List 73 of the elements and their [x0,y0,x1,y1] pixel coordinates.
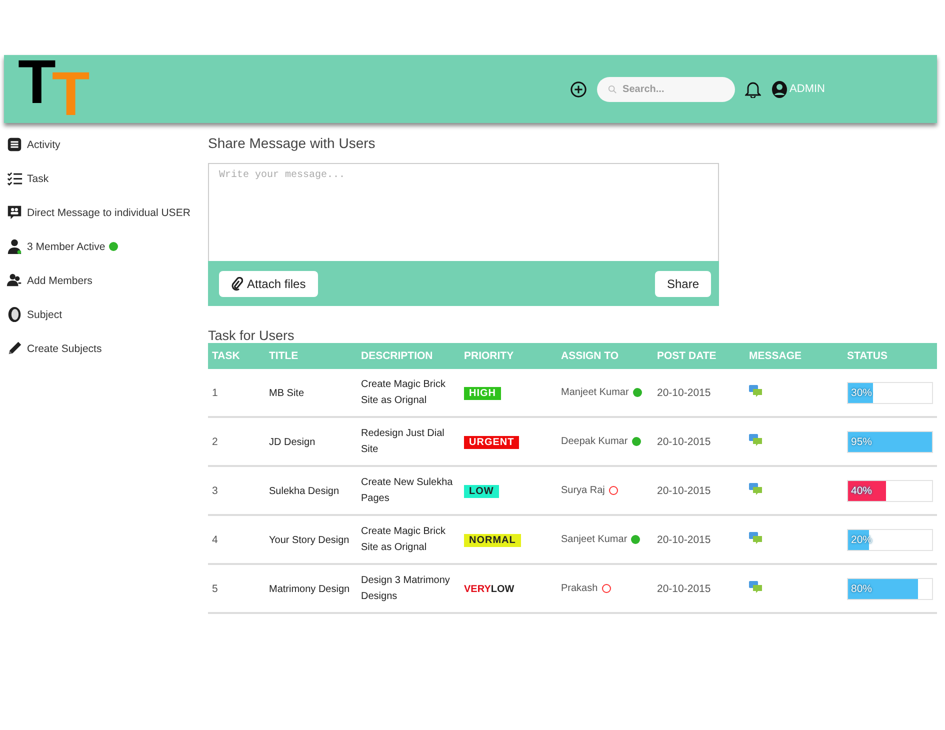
assignee-name: Deepak Kumar [561,436,628,447]
sidebar-item[interactable]: Subject [27,308,62,320]
users-icon [6,272,23,289]
section-title: Task for Users [208,328,296,343]
task-title: MB Site [269,388,304,398]
task-description: Create Magic Brick Site as Orignal [361,524,446,554]
task-number: 4 [212,534,218,546]
column-header: TITLE [265,343,357,369]
task-description: Create New Sulekha Pages [361,476,454,506]
task-title: Sulekha Design [269,486,340,496]
search-field[interactable]: Search... [596,76,735,102]
sidebar-item[interactable]: Direct Message to individual USER [27,206,190,218]
priority-label: VERYLOW [464,584,514,594]
task-description: Design 3 Matrimony Designs [361,574,451,604]
column-header: STATUS [843,343,937,369]
priority-badge: HIGH [464,386,501,400]
progress-label: 30% [851,386,872,398]
column-header: ASSIGN TO [557,343,653,369]
checklist-icon [6,170,23,187]
sidebar-item[interactable]: Activity [27,138,60,150]
list-icon [6,136,23,153]
user-icon [6,238,23,255]
post-date: 20-10-2015 [657,484,711,496]
task-description: Create Magic Brick Site as Orignal [361,378,446,408]
assignee-name: Prakash [561,583,598,594]
sidebar-item[interactable]: Add Members [27,274,92,286]
sidebar-item[interactable]: Create Subjects [27,342,102,354]
paperclip-icon [231,276,243,290]
task-title: Matrimony Design [269,584,350,594]
bell-icon[interactable] [744,80,761,98]
add-icon[interactable] [570,80,587,98]
priority-badge: URGENT [464,436,520,448]
post-date: 20-10-2015 [657,534,711,546]
progress-label: 80% [851,582,872,594]
column-header: POST DATE [653,343,745,369]
message-field[interactable]: Write your message... [208,163,719,261]
task-number: 1 [212,386,218,398]
task-title: JD Design [269,436,316,448]
assignee-name: Manjeet Kumar [561,387,629,398]
search-icon [608,84,617,94]
post-date: 20-10-2015 [657,386,711,398]
user-icon[interactable] [770,80,788,98]
chat-icon[interactable] [749,580,763,594]
column-header: DESCRIPTION [357,343,460,369]
pencil-icon [6,340,23,357]
chat-icon[interactable] [749,433,763,447]
assignee-name: Surya Raj [561,485,605,496]
column-header: PRIORITY [460,343,557,369]
task-description: Redesign Just Dial Site [361,426,446,456]
progress-label: 40% [851,484,872,496]
task-number: 5 [212,582,218,594]
share-button[interactable]: Share [654,270,711,296]
progress-label: 95% [851,436,872,448]
post-date: 20-10-2015 [657,436,711,448]
chat-icon[interactable] [749,384,763,398]
task-title: Your Story Design [269,534,350,546]
task-number: 3 [212,484,218,496]
assignee-name: Sanjeet Kumar [561,534,628,545]
priority-badge: LOW [464,484,499,498]
book-icon [6,306,23,323]
attach-button[interactable]: Attach files [219,270,318,296]
post-date: 20-10-2015 [657,582,711,594]
chat-icon [6,204,23,221]
column-header: MESSAGE [745,343,843,369]
sidebar-item[interactable]: 3 Member Active [27,240,106,252]
column-header: TASK [208,343,265,369]
chat-icon[interactable] [749,531,763,545]
logo: TT [18,52,90,126]
section-title: Share Message with Users [208,135,376,151]
priority-badge: NORMAL [464,534,521,546]
chat-icon[interactable] [749,482,763,496]
task-number: 2 [212,436,218,448]
sidebar-item[interactable]: Task [27,172,49,184]
